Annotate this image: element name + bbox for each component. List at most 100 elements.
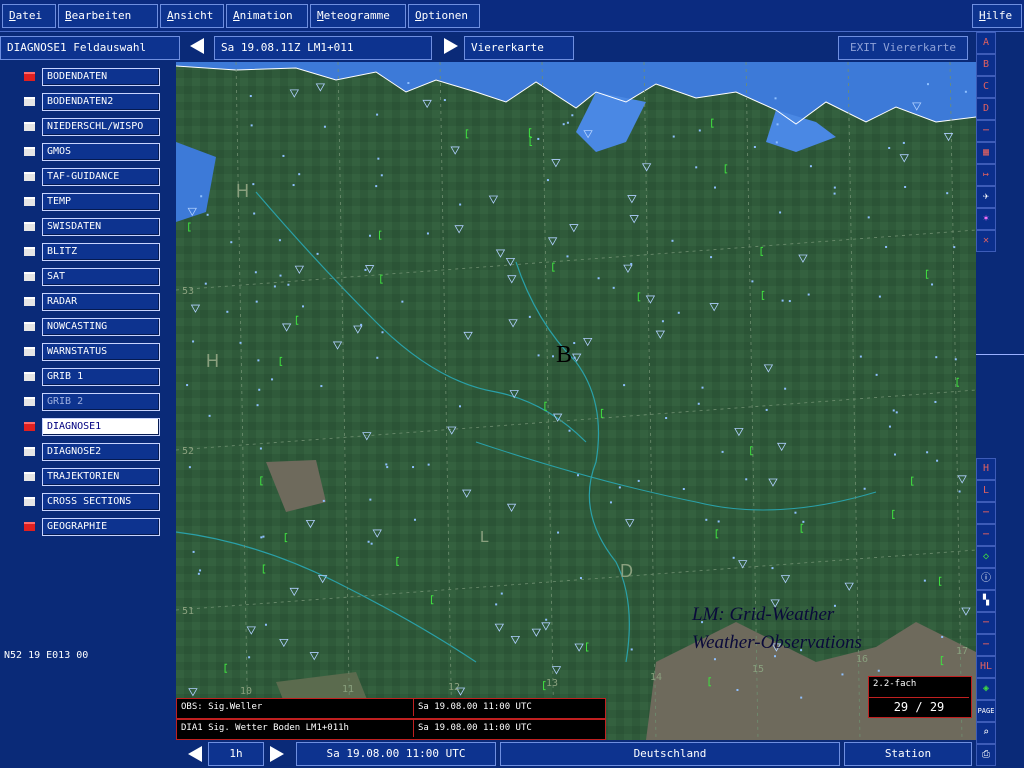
station-dot <box>784 387 787 390</box>
station-dot <box>427 463 430 466</box>
field-button-sat[interactable]: SAT <box>42 268 160 286</box>
menu-bearbeiten[interactable]: Bearbeiten <box>58 4 158 28</box>
plane-icon[interactable]: ✈ <box>976 186 996 208</box>
field-button-nowcasting[interactable]: NOWCASTING <box>42 318 160 336</box>
checkbox-gmos[interactable] <box>24 147 35 156</box>
exit-view-button[interactable]: EXIT Viererkarte <box>838 36 968 60</box>
checkbox-diagnose2[interactable] <box>24 447 35 456</box>
zoom-icon[interactable]: ⌕ <box>976 722 996 744</box>
field-button-swisdaten[interactable]: SWISDATEN <box>42 218 160 236</box>
cross-icon[interactable]: ✕ <box>976 230 996 252</box>
checkbox-geographie[interactable] <box>24 522 35 531</box>
high-pressure-label: H <box>236 181 249 201</box>
field-button-trajektorien[interactable]: TRAJEKTORIEN <box>42 468 160 486</box>
menu-optionen[interactable]: Optionen <box>408 4 480 28</box>
field-button-radar[interactable]: RADAR <box>42 293 160 311</box>
field-button-temp[interactable]: TEMP <box>42 193 160 211</box>
field-button-diagnose2[interactable]: DIAGNOSE2 <box>42 443 160 461</box>
checkbox-swisdaten[interactable] <box>24 222 35 231</box>
field-button-diagnose1[interactable]: DIAGNOSE1 <box>42 418 160 436</box>
flag-icon[interactable]: ▚ <box>976 590 996 612</box>
temp-icon[interactable]: ✶ <box>976 208 996 230</box>
station-dot <box>273 285 276 288</box>
tool-b-button[interactable]: B <box>976 54 996 76</box>
field-button-taf-guidance[interactable]: TAF-GUIDANCE <box>42 168 160 186</box>
checkbox-bodendaten[interactable] <box>24 72 35 81</box>
current-time-display: Sa 19.08.00 11:00 UTC <box>296 742 496 766</box>
tool-button[interactable]: L <box>976 480 996 502</box>
station-dot <box>407 82 410 85</box>
tool-d-button[interactable]: D <box>976 98 996 120</box>
checkbox-grib-1[interactable] <box>24 372 35 381</box>
station-dot <box>579 577 582 580</box>
station-dot <box>946 192 949 195</box>
field-button-warnstatus[interactable]: WARNSTATUS <box>42 343 160 361</box>
tool-button[interactable]: HL <box>976 656 996 678</box>
station-button[interactable]: Station <box>844 742 972 766</box>
field-button-gmos[interactable]: GMOS <box>42 143 160 161</box>
print-icon[interactable]: ⎙ <box>976 744 996 766</box>
layers-icon[interactable]: ◈ <box>976 678 996 700</box>
field-button-bodendaten2[interactable]: BODENDATEN2 <box>42 93 160 111</box>
menu-hilfe[interactable]: Hilfe <box>972 4 1022 28</box>
tool-button[interactable]: ⋯ <box>976 634 996 656</box>
step-forward-button[interactable] <box>270 746 284 762</box>
checkbox-sat[interactable] <box>24 272 35 281</box>
view-mode-button[interactable]: Viererkarte <box>464 36 574 60</box>
info-icon[interactable]: ⓘ <box>976 568 996 590</box>
next-time-button[interactable] <box>444 38 458 54</box>
tool-button[interactable]: H <box>976 458 996 480</box>
menu-animation[interactable]: Animation <box>226 4 308 28</box>
step-back-button[interactable] <box>188 746 202 762</box>
field-button-cross-sections[interactable]: CROSS SECTIONS <box>42 493 160 511</box>
menu-datei[interactable]: Datei <box>2 4 56 28</box>
latitude-label: 51 <box>182 606 194 617</box>
grid-icon[interactable]: ▦ <box>976 142 996 164</box>
field-button-grib-1[interactable]: GRIB 1 <box>42 368 160 386</box>
longitude-label: 13 <box>546 678 558 689</box>
field-button-grib-2[interactable]: GRIB 2 <box>42 393 160 411</box>
page-button[interactable]: PAGE <box>976 700 996 722</box>
checkbox-blitz[interactable] <box>24 247 35 256</box>
checkbox-grib-2[interactable] <box>24 397 35 406</box>
menu-meteogramme[interactable]: Meteogramme <box>310 4 406 28</box>
checkbox-bodendaten2[interactable] <box>24 97 35 106</box>
datetime-display: Sa 19.08.11Z LM1+011 <box>214 36 432 60</box>
previous-time-button[interactable] <box>190 38 204 54</box>
tool-button[interactable]: ⋯ <box>976 612 996 634</box>
station-dot <box>377 157 380 160</box>
station-dot <box>958 490 961 493</box>
field-button-geographie[interactable]: GEOGRAPHIE <box>42 518 160 536</box>
field-button-niederschl-wispo[interactable]: NIEDERSCHL/WISPO <box>42 118 160 136</box>
dots-icon[interactable]: ⋯ <box>976 120 996 142</box>
region-select-button[interactable]: Deutschland <box>500 742 840 766</box>
latitude-label: 53 <box>182 286 194 297</box>
time-step-display[interactable]: 1h <box>208 742 264 766</box>
station-dot <box>566 121 569 124</box>
tool-button[interactable]: ⋯ <box>976 502 996 524</box>
station-dot <box>893 453 896 456</box>
checkbox-warnstatus[interactable] <box>24 347 35 356</box>
checkbox-niederschl-wispo[interactable] <box>24 122 35 131</box>
station-dot <box>254 271 257 274</box>
arrow-icon[interactable]: ↦ <box>976 164 996 186</box>
tool-button[interactable]: ⋯ <box>976 524 996 546</box>
checkbox-diagnose1[interactable] <box>24 422 35 431</box>
station-dot <box>753 146 756 149</box>
field-select-button[interactable]: DIAGNOSE1 Feldauswahl <box>0 36 180 60</box>
checkbox-cross-sections[interactable] <box>24 497 35 506</box>
field-button-bodendaten[interactable]: BODENDATEN <box>42 68 160 86</box>
station-dot <box>252 183 255 186</box>
checkbox-nowcasting[interactable] <box>24 322 35 331</box>
checkbox-taf-guidance[interactable] <box>24 172 35 181</box>
checkbox-trajektorien[interactable] <box>24 472 35 481</box>
menu-ansicht[interactable]: Ansicht <box>160 4 224 28</box>
checkbox-radar[interactable] <box>24 297 35 306</box>
diamond-icon[interactable]: ◇ <box>976 546 996 568</box>
checkbox-temp[interactable] <box>24 197 35 206</box>
map-label-b: B <box>556 342 572 368</box>
tool-a-button[interactable]: A <box>976 32 996 54</box>
field-button-blitz[interactable]: BLITZ <box>42 243 160 261</box>
longitude-label: 12 <box>448 682 460 693</box>
tool-c-button[interactable]: C <box>976 76 996 98</box>
